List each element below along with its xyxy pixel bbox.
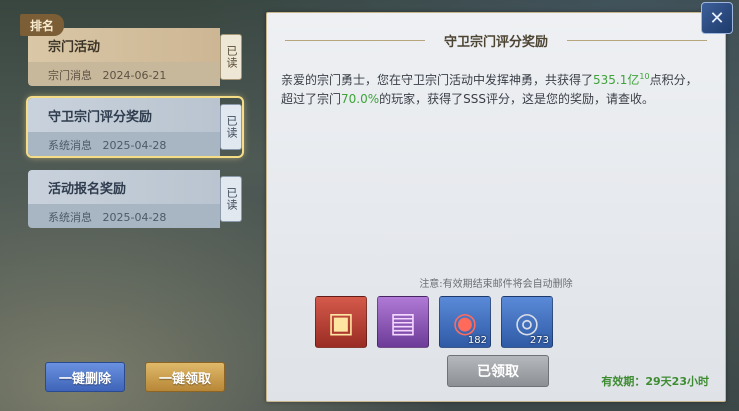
expiry-notice: 注意:有效期结束邮件将会自动删除 [419,279,573,290]
reward-item[interactable]: ◉ 182 [439,296,491,348]
reward-item[interactable]: ▣ [315,296,367,348]
item-quantity: 273 [529,335,549,346]
mail-item-meta: 系统消息 2025-04-28 [48,139,167,152]
points-value: 535.1亿 [593,73,640,87]
reward-item[interactable]: ▤ [377,296,429,348]
rank-tag: 排名 [20,14,64,36]
mail-list: 宗门活动 宗门消息 2024-06-21 已读 排名 守卫宗门评分奖励 系统消息… [20,14,250,238]
close-icon[interactable]: ✕ [701,2,733,34]
mail-body: 亲爱的宗门勇士，您在守卫宗门活动中发挥神勇，共获得了535.1亿10点积分，超过… [281,72,698,106]
percent-value: 70.0% [341,92,380,106]
red-gem-icon: ◉ [452,305,478,339]
mail-item-1[interactable]: 守卫宗门评分奖励 系统消息 2025-04-28 已读 [28,98,242,156]
mail-item-title: 守卫宗门评分奖励 [48,110,153,125]
mail-item-meta: 宗门消息 2024-06-21 [48,69,167,82]
mail-detail-panel: 守卫宗门评分奖励 亲爱的宗门勇士，您在守卫宗门活动中发挥神勇，共获得了535.1… [266,12,726,402]
claim-all-button[interactable]: 一键领取 [145,362,225,392]
treasure-chest-purple-icon: ▤ [389,305,417,339]
read-badge: 已读 [220,176,242,222]
mail-item-meta: 系统消息 2025-04-28 [48,211,167,224]
reward-item[interactable]: ◎ 273 [501,296,553,348]
mail-title: 守卫宗门评分奖励 [443,35,548,50]
treasure-chest-red-icon: ▣ [327,305,355,339]
mail-item-2[interactable]: 活动报名奖励 系统消息 2025-04-28 已读 [28,170,242,228]
reward-items: ▣ ▤ ◉ 182 ◎ 273 [315,296,553,348]
read-badge: 已读 [220,104,242,150]
silver-coins-icon: ◎ [514,305,540,339]
claimed-button[interactable]: 已领取 [447,355,549,387]
item-quantity: 182 [467,335,487,346]
read-badge: 已读 [220,34,242,80]
mail-item-title: 活动报名奖励 [48,182,127,197]
mail-item-title: 宗门活动 [48,40,101,55]
expiry-time: 有效期：29天23小时 [601,375,709,388]
mail-item-0[interactable]: 宗门活动 宗门消息 2024-06-21 已读 [28,28,242,86]
delete-all-button[interactable]: 一键删除 [45,362,125,392]
